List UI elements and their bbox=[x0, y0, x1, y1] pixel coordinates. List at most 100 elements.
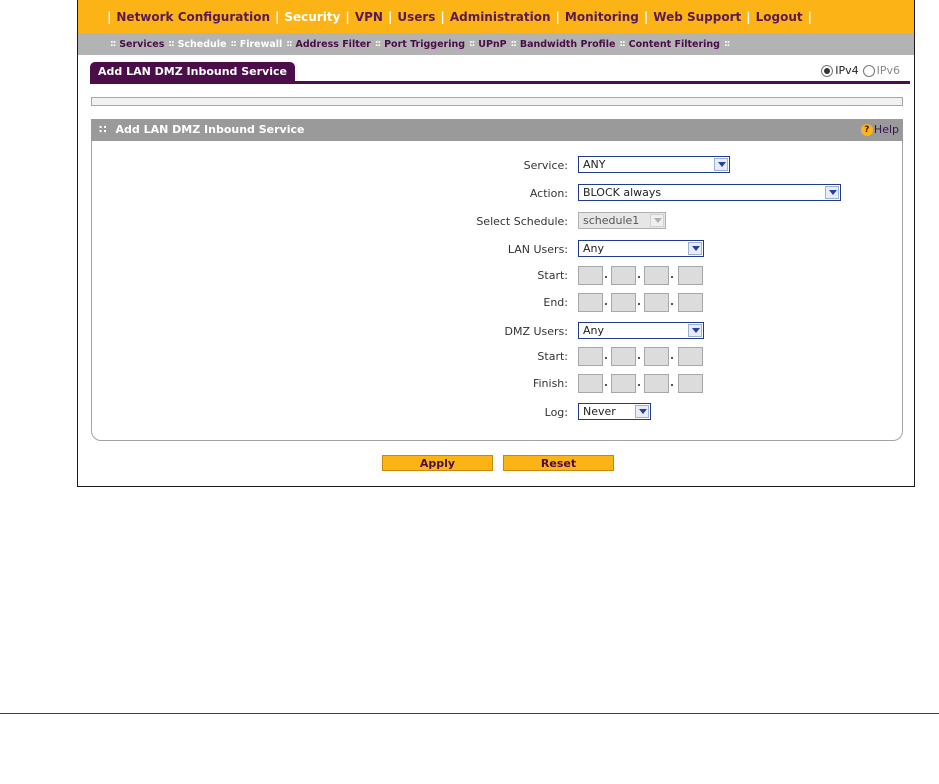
dmz-finish-octet-1[interactable] bbox=[578, 374, 603, 393]
ip-dot bbox=[638, 303, 640, 305]
chevron-down-icon bbox=[714, 158, 728, 171]
lan-end-octet-2[interactable] bbox=[611, 293, 636, 312]
dmz-users-row: DMZ Users: Any bbox=[78, 322, 914, 344]
log-row: Log: Never bbox=[78, 403, 914, 425]
action-row: Action: BLOCK always bbox=[78, 184, 914, 206]
subnav-item-firewall[interactable]: Firewall bbox=[240, 39, 283, 50]
tab-underline bbox=[90, 81, 910, 84]
nav-item-logout[interactable]: Logout bbox=[756, 10, 803, 24]
service-label: Service: bbox=[523, 159, 568, 172]
ip-dot bbox=[605, 357, 607, 359]
tab-add-lan-dmz-inbound-service[interactable]: Add LAN DMZ Inbound Service bbox=[90, 62, 295, 82]
lan-end-octet-1[interactable] bbox=[578, 293, 603, 312]
action-select[interactable]: BLOCK always bbox=[578, 184, 841, 201]
lan-start-octet-2[interactable] bbox=[611, 266, 636, 285]
top-navigation: | Network Configuration | Security | VPN | User… bbox=[78, 0, 914, 33]
dmz-finish-octet-3[interactable] bbox=[644, 374, 669, 393]
lan-start-octet-3[interactable] bbox=[644, 266, 669, 285]
ip-dot bbox=[671, 384, 673, 386]
dmz-users-value: Any bbox=[583, 324, 605, 337]
nav-separator: | bbox=[746, 9, 751, 24]
ipv6-label: IPv6 bbox=[876, 64, 900, 77]
nav-separator: | bbox=[107, 9, 112, 24]
log-value: Never bbox=[583, 405, 616, 418]
ip-dot bbox=[671, 357, 673, 359]
help-link[interactable]: ? Help bbox=[860, 119, 899, 141]
nav-separator: | bbox=[807, 9, 813, 24]
lan-end-octet-3[interactable] bbox=[644, 293, 669, 312]
dmz-users-label: DMZ Users: bbox=[504, 325, 568, 338]
subnav-separator: :: bbox=[619, 39, 625, 49]
ip-dot bbox=[671, 276, 673, 278]
help-label: Help bbox=[873, 123, 899, 136]
dmz-start-octet-4[interactable] bbox=[678, 347, 703, 366]
lan-start-octet-4[interactable] bbox=[678, 266, 703, 285]
subnav-item-services[interactable]: Services bbox=[119, 39, 164, 50]
apply-button[interactable]: Apply bbox=[382, 455, 493, 471]
chevron-down-icon bbox=[688, 324, 702, 337]
nav-item-administration[interactable]: Administration bbox=[450, 10, 551, 24]
subnav-separator: :: bbox=[168, 39, 174, 49]
lan-start-octet-1[interactable] bbox=[578, 266, 603, 285]
dmz-finish-octet-4[interactable] bbox=[678, 374, 703, 393]
lan-users-select[interactable]: Any bbox=[578, 240, 704, 257]
action-label: Action: bbox=[529, 187, 568, 200]
nav-item-security[interactable]: Security bbox=[284, 10, 340, 24]
chevron-down-icon bbox=[825, 186, 839, 199]
panel-title: Add LAN DMZ Inbound Service bbox=[115, 123, 305, 136]
lan-end-label: End: bbox=[543, 296, 568, 309]
lan-users-label: LAN Users: bbox=[507, 243, 568, 256]
page-divider bbox=[0, 713, 939, 714]
ip-dot bbox=[605, 384, 607, 386]
subnav-separator: :: bbox=[374, 39, 381, 49]
grip-icon: ∷ bbox=[99, 123, 107, 136]
nav-item-users[interactable]: Users bbox=[397, 10, 435, 24]
subnav-item-upnp[interactable]: UPnP bbox=[478, 39, 506, 50]
subnav-item-bandwidth-profile[interactable]: Bandwidth Profile bbox=[520, 39, 616, 50]
reset-button[interactable]: Reset bbox=[503, 455, 614, 471]
dmz-finish-octet-2[interactable] bbox=[611, 374, 636, 393]
nav-item-monitoring[interactable]: Monitoring bbox=[565, 10, 639, 24]
dmz-start-octet-3[interactable] bbox=[644, 347, 669, 366]
ipv4-radio[interactable] bbox=[821, 64, 834, 77]
ip-dot bbox=[638, 357, 640, 359]
dmz-start-octet-2[interactable] bbox=[611, 347, 636, 366]
lan-end-row: End: bbox=[78, 293, 914, 315]
sub-navigation: :: Services:: Schedule:: Firewall:: Address … bbox=[78, 33, 914, 55]
lan-start-label: Start: bbox=[537, 269, 568, 282]
dmz-finish-row: Finish: bbox=[78, 374, 914, 396]
lan-users-value: Any bbox=[583, 242, 605, 255]
ipv6-radio[interactable] bbox=[862, 64, 875, 77]
subnav-item-address-filter[interactable]: Address Filter bbox=[296, 39, 371, 50]
ip-dot bbox=[605, 303, 607, 305]
service-select[interactable]: ANY bbox=[578, 156, 730, 173]
ip-dot bbox=[638, 384, 640, 386]
nav-separator: | bbox=[643, 9, 649, 24]
nav-item-network-configuration[interactable]: Network Configuration bbox=[116, 10, 270, 24]
log-select[interactable]: Never bbox=[578, 403, 651, 420]
nav-separator: | bbox=[555, 9, 560, 24]
nav-separator: | bbox=[440, 9, 445, 24]
dmz-start-row: Start: bbox=[78, 347, 914, 369]
ip-version-selector: IPv4 IPv6 bbox=[821, 64, 904, 77]
service-row: Service: ANY bbox=[78, 156, 914, 178]
ipv4-label: IPv4 bbox=[835, 64, 859, 77]
schedule-label: Select Schedule: bbox=[476, 215, 568, 228]
lan-end-octet-4[interactable] bbox=[678, 293, 703, 312]
subnav-item-schedule[interactable]: Schedule bbox=[178, 39, 227, 50]
subnav-item-content-filtering[interactable]: Content Filtering bbox=[629, 39, 720, 50]
chevron-down-icon bbox=[650, 214, 664, 227]
ip-dot bbox=[671, 303, 673, 305]
nav-separator: | bbox=[387, 9, 393, 24]
nav-item-vpn[interactable]: VPN bbox=[355, 10, 383, 24]
nav-item-web-support[interactable]: Web Support bbox=[653, 10, 741, 24]
subnav-item-port-triggering[interactable]: Port Triggering bbox=[384, 39, 465, 50]
subnav-separator: :: bbox=[286, 39, 292, 49]
dmz-users-select[interactable]: Any bbox=[578, 322, 704, 339]
message-bar bbox=[91, 97, 903, 106]
dmz-start-octet-1[interactable] bbox=[578, 347, 603, 366]
schedule-value: schedule1 bbox=[583, 214, 640, 227]
schedule-select[interactable]: schedule1 bbox=[578, 212, 666, 229]
schedule-row: Select Schedule: schedule1 bbox=[78, 212, 914, 234]
subnav-separator: :: bbox=[469, 39, 475, 49]
